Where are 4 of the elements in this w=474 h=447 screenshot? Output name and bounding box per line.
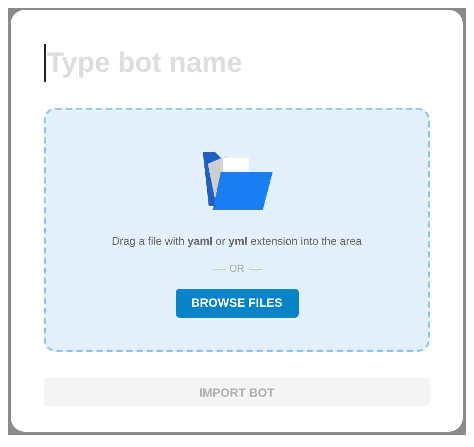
browse-files-button[interactable]: BROWSE FILES [176,288,298,318]
or-separator: OR [230,262,244,276]
drop-instructions: Drag a file with yaml or yml extension into the area [112,235,362,250]
dropzone[interactable]: Drag a file with yaml or yml extension into the area OR BROWSE FILES [44,108,430,352]
